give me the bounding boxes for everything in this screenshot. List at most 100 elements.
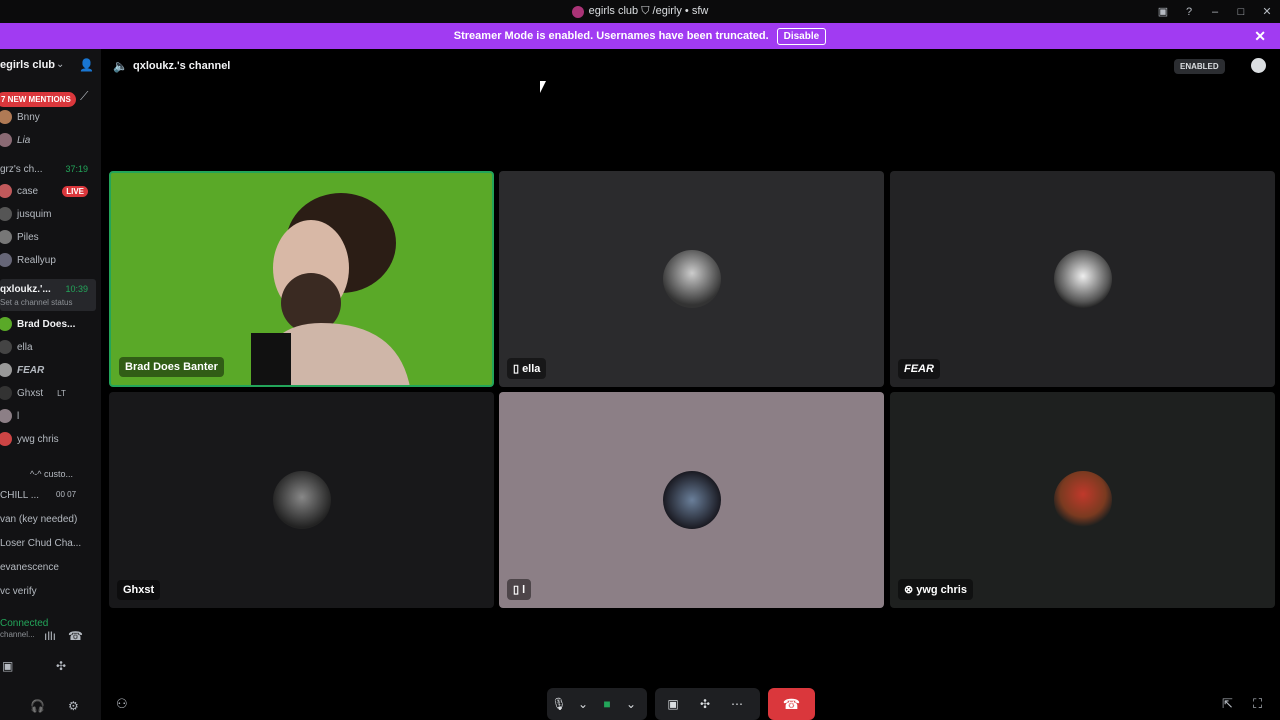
avatar <box>0 317 12 331</box>
fullscreen-icon[interactable]: ⛶ <box>1253 696 1262 712</box>
avatar <box>0 409 12 423</box>
title-bar: egirls club ⛉ /egirly • sfw ▣ ? – □ ✕ <box>0 0 1280 23</box>
voice-connected-status: Connected channel... <box>0 618 49 639</box>
camera-icon[interactable]: ■ <box>595 697 619 711</box>
mute-icon: ⟋ <box>80 89 89 103</box>
voice-user[interactable]: ella <box>0 338 100 356</box>
avatar <box>0 133 12 147</box>
video-tile[interactable]: ▯ ella <box>499 171 884 387</box>
disable-button[interactable]: Disable <box>776 27 827 45</box>
channel-status[interactable]: Set a channel status <box>0 298 73 307</box>
tile-name-label: FEAR <box>898 359 940 379</box>
video-tile[interactable]: ▯ l <box>499 392 884 608</box>
disconnect-icon[interactable]: ☎ <box>68 629 83 643</box>
avatar <box>0 110 12 124</box>
channel-item[interactable]: CHILL ... <box>0 490 39 501</box>
voice-user[interactable]: jusquim <box>0 205 100 223</box>
avatar <box>0 432 12 446</box>
mobile-icon: ▯ <box>513 584 520 596</box>
more-icon[interactable]: ⋯ <box>725 697 749 711</box>
channel-item[interactable]: evanescence <box>0 562 59 573</box>
avatar <box>1053 471 1112 529</box>
video-tile[interactable]: ⊗ ywg chris <box>890 392 1275 608</box>
tile-name-label: ▯ l <box>507 579 532 600</box>
streamer-enabled-badge[interactable]: ENABLED <box>1174 59 1225 74</box>
screenshare-icon[interactable]: ▣ <box>2 659 13 673</box>
chevron-down-icon[interactable]: ⌄ <box>619 697 643 711</box>
avatar <box>0 230 12 244</box>
voice-user[interactable]: l <box>0 407 100 425</box>
chat-icon[interactable] <box>1251 58 1266 73</box>
avatar <box>1053 250 1112 308</box>
channel-item[interactable]: vc verify <box>0 586 37 597</box>
call-controls: ⚇ 🎙 ⌄ ■ ⌄ ▣ ✣ ⋯ ☎ ⇱ ⛶ <box>0 686 1280 720</box>
voice-user[interactable]: ywg chris <box>0 430 100 448</box>
hang-up-button[interactable]: ☎ <box>768 688 815 720</box>
add-person-icon[interactable]: ⚇ <box>116 696 128 712</box>
server-name[interactable]: egirls club <box>0 59 55 71</box>
popout-icon[interactable]: ⇱ <box>1222 696 1233 712</box>
avatar <box>662 471 721 529</box>
voice-user[interactable]: Brad Does... <box>0 315 100 333</box>
live-badge: LIVE <box>62 185 88 197</box>
video-tile[interactable]: FEAR <box>890 171 1275 387</box>
voice-user[interactable]: Ghxst LT <box>0 384 100 402</box>
avatar <box>0 386 12 400</box>
channel-timer: 10:39 <box>65 284 88 294</box>
channel-item[interactable]: Loser Chud Cha... <box>0 538 81 549</box>
invite-icon[interactable]: 👤 <box>79 58 94 72</box>
avatar <box>0 340 12 354</box>
tile-name-label: ▯ ella <box>507 358 547 379</box>
activities-icon[interactable]: ✣ <box>56 659 66 673</box>
video-tile[interactable]: Brad Does Banter <box>109 171 494 387</box>
streamer-mode-banner: Streamer Mode is enabled. Usernames have… <box>0 23 1280 49</box>
window-title-text: egirls club ⛉ /egirly • sfw <box>588 5 709 17</box>
tile-name-label: Brad Does Banter <box>119 357 224 377</box>
minimize-button[interactable]: – <box>1202 6 1228 18</box>
avatar <box>662 250 721 308</box>
channel-item[interactable]: van (key needed) <box>0 514 77 525</box>
voice-user[interactable]: Piles <box>0 228 100 246</box>
avatar <box>0 184 12 198</box>
chevron-down-icon[interactable]: ⌄ <box>571 697 595 711</box>
channel-sidebar: egirls club ⌄ 👤 7 NEW MENTIONS ⟋ Bnny Li… <box>0 49 101 720</box>
mobile-icon: ▯ <box>513 363 520 375</box>
voice-user[interactable]: Bnny <box>0 108 100 126</box>
chevron-down-icon[interactable]: ⌄ <box>56 59 64 70</box>
voice-user[interactable]: case LIVE <box>0 182 100 200</box>
window-title: egirls club ⛉ /egirly • sfw <box>571 5 709 18</box>
speaker-icon: 🔈 <box>113 59 128 73</box>
screenshare-icon[interactable]: ▣ <box>661 697 685 711</box>
soundboard-icon[interactable]: ıllı <box>44 629 56 643</box>
video-tile[interactable]: Ghxst <box>109 392 494 608</box>
inbox-icon[interactable]: ▣ <box>1150 5 1176 18</box>
banner-text: Streamer Mode is enabled. Usernames have… <box>453 30 769 42</box>
voice-user[interactable]: Reallyup <box>0 251 100 269</box>
channel-name: qxloukz.'s channel <box>133 60 231 72</box>
channel-timer: 37:19 <box>65 164 88 174</box>
close-banner-icon[interactable]: ✕ <box>1254 28 1266 45</box>
avatar <box>0 207 12 221</box>
new-mentions-badge[interactable]: 7 NEW MENTIONS <box>0 92 76 107</box>
avatar <box>0 363 12 377</box>
voice-channel[interactable]: grz's ch... 37:19 <box>0 160 100 178</box>
microphone-icon[interactable]: 🎙 <box>547 697 571 711</box>
channel-counts: 00 07 <box>56 490 77 499</box>
voice-channel-active[interactable]: qxloukz.'... 10:39 <box>0 280 100 298</box>
voice-user[interactable]: FEAR <box>0 361 100 379</box>
mouse-cursor <box>540 81 546 93</box>
tile-name-label: Ghxst <box>117 580 161 600</box>
channel-header: 🔈 qxloukz.'s channel ENABLED <box>101 49 1280 83</box>
av-controls: 🎙 ⌄ ■ ⌄ <box>547 688 647 720</box>
webcam-video <box>251 193 410 385</box>
close-window-button[interactable]: ✕ <box>1254 5 1280 18</box>
voice-user[interactable]: Lia <box>0 131 100 149</box>
share-controls: ▣ ✣ ⋯ <box>655 688 760 720</box>
maximize-button[interactable]: □ <box>1228 6 1254 18</box>
activities-icon[interactable]: ✣ <box>693 697 717 711</box>
tile-name-label: ⊗ ywg chris <box>898 579 973 600</box>
category-header[interactable]: ^-^ custo... <box>30 469 73 479</box>
avatar <box>272 471 331 529</box>
avatar <box>0 253 12 267</box>
help-icon[interactable]: ? <box>1176 6 1202 18</box>
